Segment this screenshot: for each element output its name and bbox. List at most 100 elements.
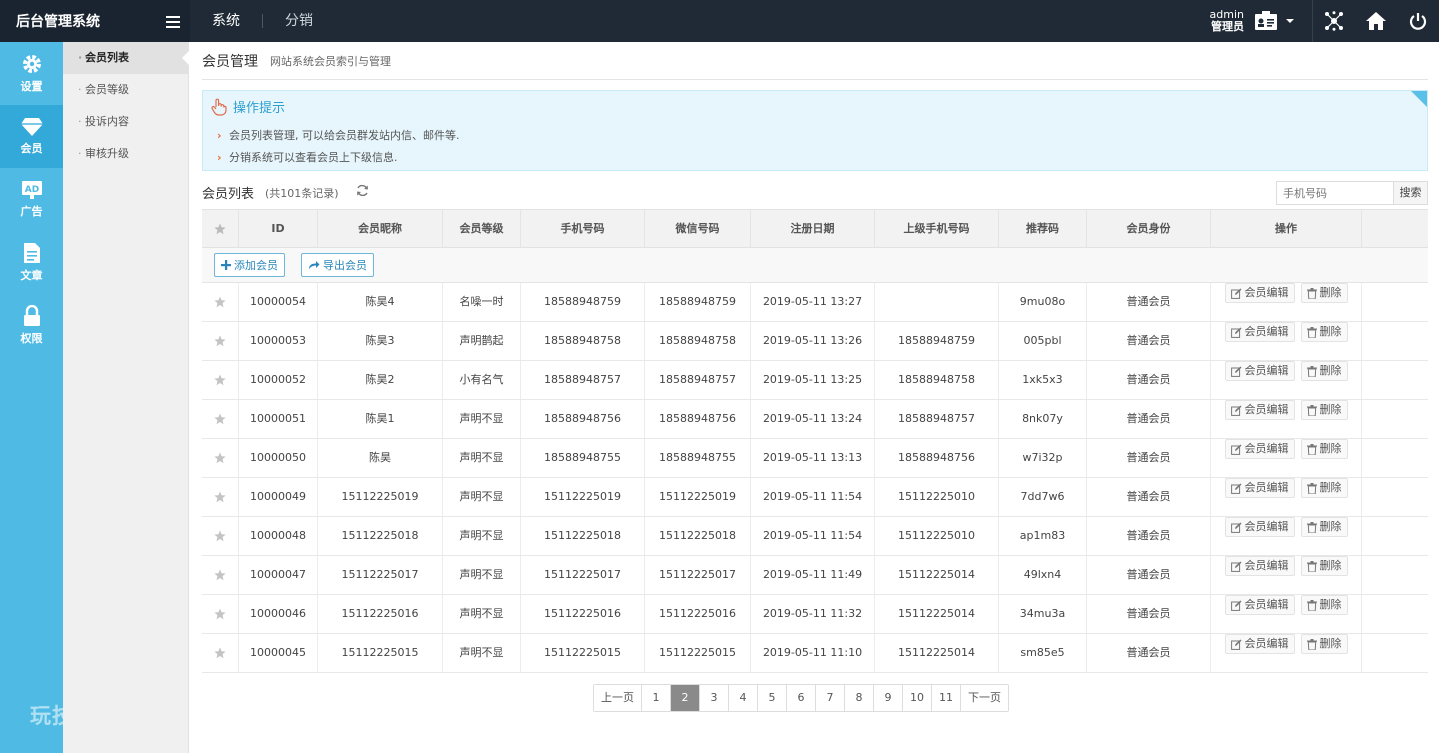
star-icon[interactable]: [214, 608, 226, 620]
cell-member-nickname: 15112225017: [318, 556, 443, 594]
top-nav-distribution[interactable]: 分销: [263, 0, 335, 42]
menu-toggle-icon[interactable]: [166, 16, 180, 28]
edit-member-button[interactable]: 会员编辑: [1224, 478, 1295, 498]
search-button[interactable]: 搜索: [1394, 181, 1428, 205]
edit-label: 会员编辑: [1244, 637, 1289, 650]
sidebar-item-permissions[interactable]: 权限: [0, 294, 63, 357]
star-icon[interactable]: [214, 335, 226, 347]
star-cell[interactable]: [202, 595, 239, 633]
table-row: 10000048 15112225018 声明不显 15112225018 151122…: [202, 517, 1428, 556]
next-page-button[interactable]: 下一页: [961, 685, 1008, 711]
star-cell[interactable]: [202, 478, 239, 516]
page-number-button[interactable]: 2: [671, 685, 700, 711]
delete-member-button[interactable]: 删除: [1300, 517, 1348, 537]
submenu-item-complaints[interactable]: 投诉内容: [63, 106, 188, 138]
edit-icon: [1230, 561, 1241, 572]
edit-member-button[interactable]: 会员编辑: [1224, 595, 1295, 615]
sidebar-item-members[interactable]: 会员: [0, 105, 63, 168]
star-cell[interactable]: [202, 556, 239, 594]
delete-member-button[interactable]: 删除: [1300, 556, 1348, 576]
cell-member-wechat: 15112225019: [645, 478, 751, 516]
tips-list: 会员列表管理, 可以给会员群发站内信、邮件等. 分销系统可以查看会员上下级信息.: [217, 125, 460, 169]
star-icon[interactable]: [214, 452, 226, 464]
column-header-extra: [1362, 210, 1428, 248]
star-cell[interactable]: [202, 322, 239, 360]
page-number-button[interactable]: 6: [787, 685, 816, 711]
prev-page-button[interactable]: 上一页: [594, 685, 642, 711]
star-cell[interactable]: [202, 634, 239, 672]
page-number-button[interactable]: 10: [903, 685, 932, 711]
sidebar-item-settings[interactable]: 设置: [0, 42, 63, 105]
edit-member-button[interactable]: 会员编辑: [1224, 517, 1295, 537]
submenu: 会员列表 会员等级 投诉内容 审核升级: [63, 42, 189, 753]
sidebar-item-ads[interactable]: AD 广告: [0, 168, 63, 231]
caret-down-icon[interactable]: [1286, 19, 1294, 23]
page-number-button[interactable]: 7: [816, 685, 845, 711]
star-icon[interactable]: [214, 647, 226, 659]
trash-icon: [1306, 365, 1317, 377]
page-number-button[interactable]: 8: [845, 685, 874, 711]
delete-member-button[interactable]: 删除: [1300, 400, 1348, 420]
submenu-item-member-list[interactable]: 会员列表: [63, 42, 189, 74]
power-icon[interactable]: [1397, 0, 1439, 42]
user-info[interactable]: admin 管理员: [1210, 9, 1244, 33]
refresh-icon[interactable]: [356, 184, 369, 197]
page-number-button[interactable]: 5: [758, 685, 787, 711]
network-icon[interactable]: [1313, 0, 1355, 42]
cell-member-type: 普通会员: [1087, 400, 1211, 438]
sidebar-item-articles[interactable]: 文章: [0, 231, 63, 294]
edit-member-button[interactable]: 会员编辑: [1224, 556, 1295, 576]
page-number-button[interactable]: 9: [874, 685, 903, 711]
cell-member-nickname: 陈昊1: [318, 400, 443, 438]
submenu-item-upgrade-review[interactable]: 审核升级: [63, 138, 188, 170]
star-icon[interactable]: [214, 374, 226, 386]
delete-member-button[interactable]: 删除: [1300, 361, 1348, 381]
edit-member-button[interactable]: 会员编辑: [1224, 634, 1295, 654]
edit-member-button[interactable]: 会员编辑: [1224, 400, 1295, 420]
add-member-button[interactable]: 添加会员: [214, 253, 285, 277]
column-header-star[interactable]: [202, 210, 239, 248]
page-number-button[interactable]: 4: [729, 685, 758, 711]
edit-member-button[interactable]: 会员编辑: [1224, 439, 1295, 459]
actions-cell: 会员编辑 删除: [1211, 400, 1362, 438]
star-icon[interactable]: [214, 491, 226, 503]
cell-member-type: 普通会员: [1087, 634, 1211, 672]
tips-collapse-toggle[interactable]: [1411, 91, 1427, 107]
star-cell[interactable]: [202, 361, 239, 399]
edit-member-button[interactable]: 会员编辑: [1224, 322, 1295, 342]
cell-register-date: 2019-05-11 13:26: [751, 322, 875, 360]
home-icon[interactable]: [1355, 0, 1397, 42]
delete-member-button[interactable]: 删除: [1300, 634, 1348, 654]
top-nav-system[interactable]: 系统: [190, 0, 262, 42]
star-icon[interactable]: [214, 569, 226, 581]
delete-member-button[interactable]: 删除: [1300, 478, 1348, 498]
delete-member-button[interactable]: 删除: [1300, 283, 1348, 303]
star-cell[interactable]: [202, 517, 239, 555]
star-cell[interactable]: [202, 283, 239, 321]
edit-member-button[interactable]: 会员编辑: [1224, 283, 1295, 303]
delete-member-button[interactable]: 删除: [1300, 322, 1348, 342]
trash-icon: [1306, 521, 1317, 533]
cell-member-id: 10000049: [239, 478, 318, 516]
edit-member-button[interactable]: 会员编辑: [1224, 361, 1295, 381]
phone-search-input[interactable]: [1276, 181, 1394, 205]
delete-member-button[interactable]: 删除: [1300, 595, 1348, 615]
star-icon[interactable]: [214, 413, 226, 425]
star-icon[interactable]: [214, 530, 226, 542]
user-card-icon[interactable]: [1254, 11, 1278, 31]
page-number-button[interactable]: 1: [642, 685, 671, 711]
star-cell[interactable]: [202, 439, 239, 477]
extra-cell: [1362, 361, 1428, 399]
document-icon: [23, 243, 40, 263]
export-members-button[interactable]: 导出会员: [301, 253, 374, 277]
cell-parent-phone: 18588948756: [875, 439, 999, 477]
star-cell[interactable]: [202, 400, 239, 438]
page-number-button[interactable]: 3: [700, 685, 729, 711]
page-number-button[interactable]: 11: [932, 685, 961, 711]
column-header-actions: 操作: [1211, 210, 1362, 248]
delete-member-button[interactable]: 删除: [1300, 439, 1348, 459]
edit-label: 会员编辑: [1244, 481, 1289, 494]
cell-member-level: 声明不显: [443, 517, 521, 555]
star-icon[interactable]: [214, 296, 226, 308]
submenu-item-member-level[interactable]: 会员等级: [63, 74, 188, 106]
